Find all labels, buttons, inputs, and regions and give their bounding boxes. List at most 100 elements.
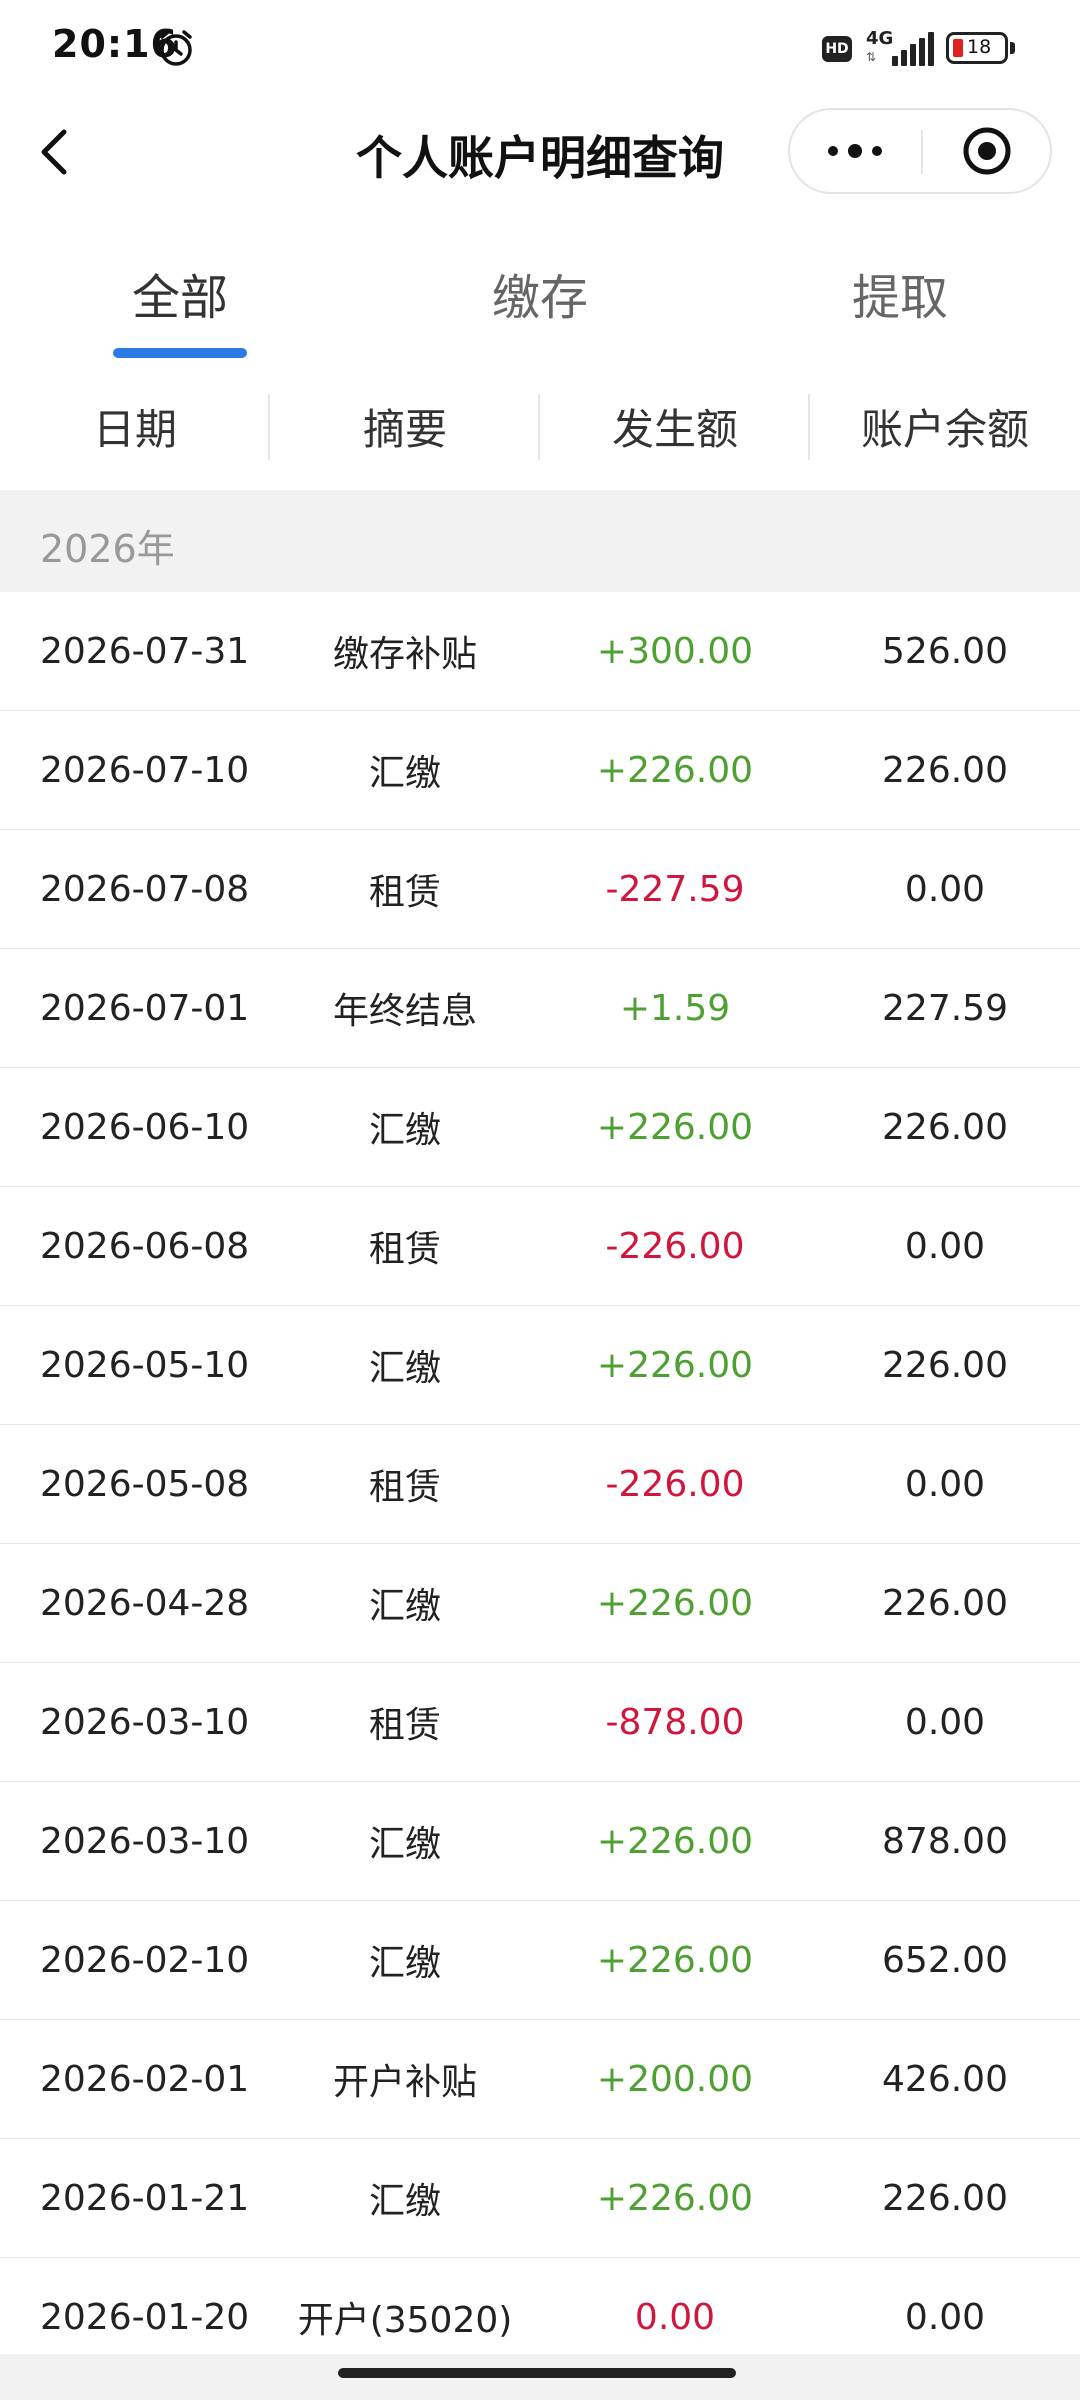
row-balance: 227.59: [882, 987, 1008, 1029]
row-balance: 426.00: [882, 2058, 1008, 2100]
tab-label: 提取: [851, 270, 948, 326]
battery-level: [953, 39, 963, 57]
row-balance: 0.00: [904, 1225, 986, 1267]
table-row[interactable]: 2026-01-21 汇缴 +226.00 226.00: [0, 2139, 1080, 2258]
row-amount: +200.00: [596, 2058, 754, 2100]
row-amount: +226.00: [596, 1820, 754, 1862]
row-summary: 汇缴: [368, 1943, 441, 1984]
row-summary: 汇缴: [368, 2181, 441, 2222]
close-mini-program-button[interactable]: [923, 110, 1051, 192]
battery-tip: [1010, 42, 1015, 54]
row-date: 2026-05-08: [40, 1463, 250, 1505]
row-balance: 878.00: [882, 1820, 1008, 1862]
column-header-summary: 摘要: [362, 404, 447, 454]
table-header: 日期 摘要 发生额 账户余额: [0, 374, 1080, 478]
row-balance: 652.00: [882, 1939, 1008, 1981]
home-indicator[interactable]: [338, 2368, 736, 2378]
row-amount: -878.00: [605, 1701, 745, 1743]
table-row[interactable]: 2026-03-10 汇缴 +226.00 878.00: [0, 1782, 1080, 1901]
column-header-date: 日期: [92, 404, 177, 454]
tab-all[interactable]: 全部: [0, 238, 360, 362]
row-summary: 开户补贴: [332, 2062, 477, 2103]
row-amount: +226.00: [596, 2177, 754, 2219]
more-dots-icon: [828, 144, 882, 158]
row-summary: 汇缴: [368, 753, 441, 794]
home-bar: [0, 2354, 1080, 2400]
hd-badge: HD: [822, 36, 852, 62]
row-balance: 526.00: [882, 630, 1008, 672]
row-date: 2026-02-10: [40, 1939, 250, 1981]
year-label: 2026年: [40, 527, 175, 571]
mini-program-capsule: [788, 108, 1052, 194]
row-balance: 226.00: [882, 749, 1008, 791]
table-row[interactable]: 2026-07-01 年终结息 +1.59 227.59: [0, 949, 1080, 1068]
row-summary: 缴存补贴: [332, 634, 477, 675]
nav-bar: 个人账户明细查询: [0, 96, 1080, 208]
row-balance: 226.00: [882, 1106, 1008, 1148]
row-summary: 汇缴: [368, 1110, 441, 1151]
row-balance: 0.00: [904, 1701, 986, 1743]
row-amount: +226.00: [596, 1582, 754, 1624]
tab-deposit[interactable]: 缴存: [360, 238, 720, 362]
row-date: 2026-06-08: [40, 1225, 250, 1267]
table-row[interactable]: 2026-07-08 租赁 -227.59 0.00: [0, 830, 1080, 949]
battery-percent: 18: [967, 36, 992, 58]
tab-label: 全部: [131, 270, 228, 326]
table-row[interactable]: 2026-07-10 汇缴 +226.00 226.00: [0, 711, 1080, 830]
row-summary: 年终结息: [332, 991, 477, 1032]
row-summary: 租赁: [368, 872, 441, 913]
row-amount: +226.00: [596, 1344, 754, 1386]
row-summary: 租赁: [368, 1467, 441, 1508]
row-summary: 租赁: [368, 1705, 441, 1746]
row-amount: -226.00: [605, 1463, 745, 1505]
row-date: 2026-06-10: [40, 1106, 250, 1148]
data-arrows-icon: ⇅: [866, 50, 877, 64]
year-section-header: 2026年: [0, 490, 1080, 592]
row-balance: 0.00: [904, 1463, 986, 1505]
transaction-list: 2026-07-31 缴存补贴 +300.00 526.00 2026-07-10 汇缴…: [0, 592, 1080, 2377]
target-close-icon: [963, 127, 1011, 175]
row-date: 2026-01-21: [40, 2177, 250, 2219]
row-summary: 汇缴: [368, 1586, 441, 1627]
table-row[interactable]: 2026-04-28 汇缴 +226.00 226.00: [0, 1544, 1080, 1663]
row-amount: -226.00: [605, 1225, 745, 1267]
tab-withdraw[interactable]: 提取: [720, 238, 1080, 362]
table-row[interactable]: 2026-03-10 租赁 -878.00 0.00: [0, 1663, 1080, 1782]
table-row[interactable]: 2026-05-08 租赁 -226.00 0.00: [0, 1425, 1080, 1544]
table-row[interactable]: 2026-06-08 租赁 -226.00 0.00: [0, 1187, 1080, 1306]
row-amount: +1.59: [619, 987, 731, 1029]
signal-icon: [892, 32, 934, 66]
row-date: 2026-07-01: [40, 987, 250, 1029]
row-balance: 0.00: [904, 868, 986, 910]
battery-icon: 18: [946, 32, 1008, 64]
row-summary: 汇缴: [368, 1348, 441, 1389]
row-date: 2026-05-10: [40, 1344, 250, 1386]
row-amount: +226.00: [596, 1939, 754, 1981]
status-bar: 20:16 HD 4G ⇅ 18: [0, 0, 1080, 96]
more-button[interactable]: [790, 110, 920, 192]
row-balance: 226.00: [882, 1344, 1008, 1386]
network-type: 4G: [866, 28, 894, 49]
alarm-clock-icon: [160, 30, 192, 66]
table-row[interactable]: 2026-05-10 汇缴 +226.00 226.00: [0, 1306, 1080, 1425]
row-summary: 租赁: [368, 1229, 441, 1270]
table-row[interactable]: 2026-07-31 缴存补贴 +300.00 526.00: [0, 592, 1080, 711]
row-date: 2026-07-10: [40, 749, 250, 791]
table-row[interactable]: 2026-02-10 汇缴 +226.00 652.00: [0, 1901, 1080, 2020]
page: 20:16 HD 4G ⇅ 18 个人账户明细查询 全部 缴存 提取 日期 摘要…: [0, 0, 1080, 2400]
table-row[interactable]: 2026-06-10 汇缴 +226.00 226.00: [0, 1068, 1080, 1187]
table-row[interactable]: 2026-02-01 开户补贴 +200.00 426.00: [0, 2020, 1080, 2139]
row-amount: -227.59: [605, 868, 745, 910]
column-header-amount: 发生额: [611, 404, 738, 454]
row-amount: +300.00: [596, 630, 754, 672]
row-amount: +226.00: [596, 749, 754, 791]
tab-label: 缴存: [491, 270, 588, 326]
row-balance: 226.00: [882, 2177, 1008, 2219]
row-date: 2026-07-08: [40, 868, 250, 910]
row-date: 2026-02-01: [40, 2058, 250, 2100]
active-tab-indicator: [113, 348, 247, 358]
row-balance: 226.00: [882, 1582, 1008, 1624]
row-date: 2026-03-10: [40, 1820, 250, 1862]
row-summary: 汇缴: [368, 1824, 441, 1865]
tab-bar: 全部 缴存 提取: [0, 238, 1080, 362]
